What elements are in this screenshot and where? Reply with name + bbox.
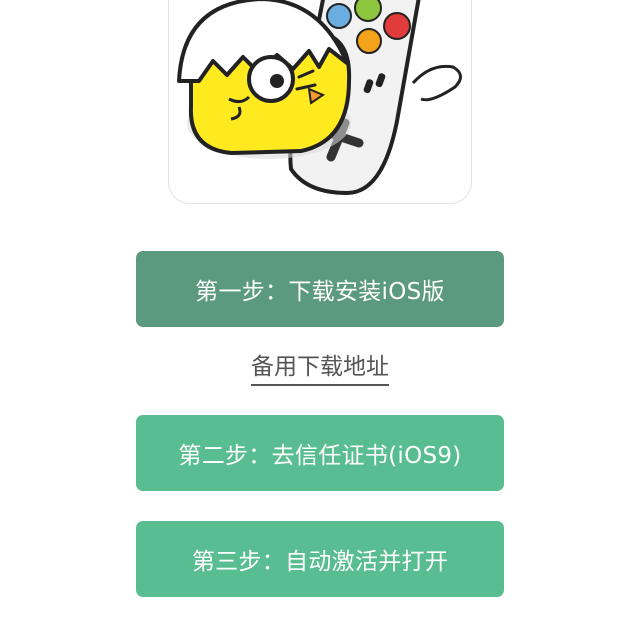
step3-activate-open-button[interactable]: 第三步：自动激活并打开 xyxy=(136,521,504,597)
step2-trust-certificate-button[interactable]: 第二步：去信任证书(iOS9) xyxy=(136,415,504,491)
step1-download-button[interactable]: 第一步：下载安装iOS版 xyxy=(136,251,504,327)
backup-download-link[interactable]: 备用下载地址 xyxy=(251,354,389,386)
backup-download-link-row: 备用下载地址 xyxy=(0,347,640,386)
chick-gamepad-logo xyxy=(177,0,462,196)
app-icon xyxy=(168,0,472,204)
page: 第一步：下载安装iOS版 备用下载地址 第二步：去信任证书(iOS9) 第三步：… xyxy=(0,0,640,640)
